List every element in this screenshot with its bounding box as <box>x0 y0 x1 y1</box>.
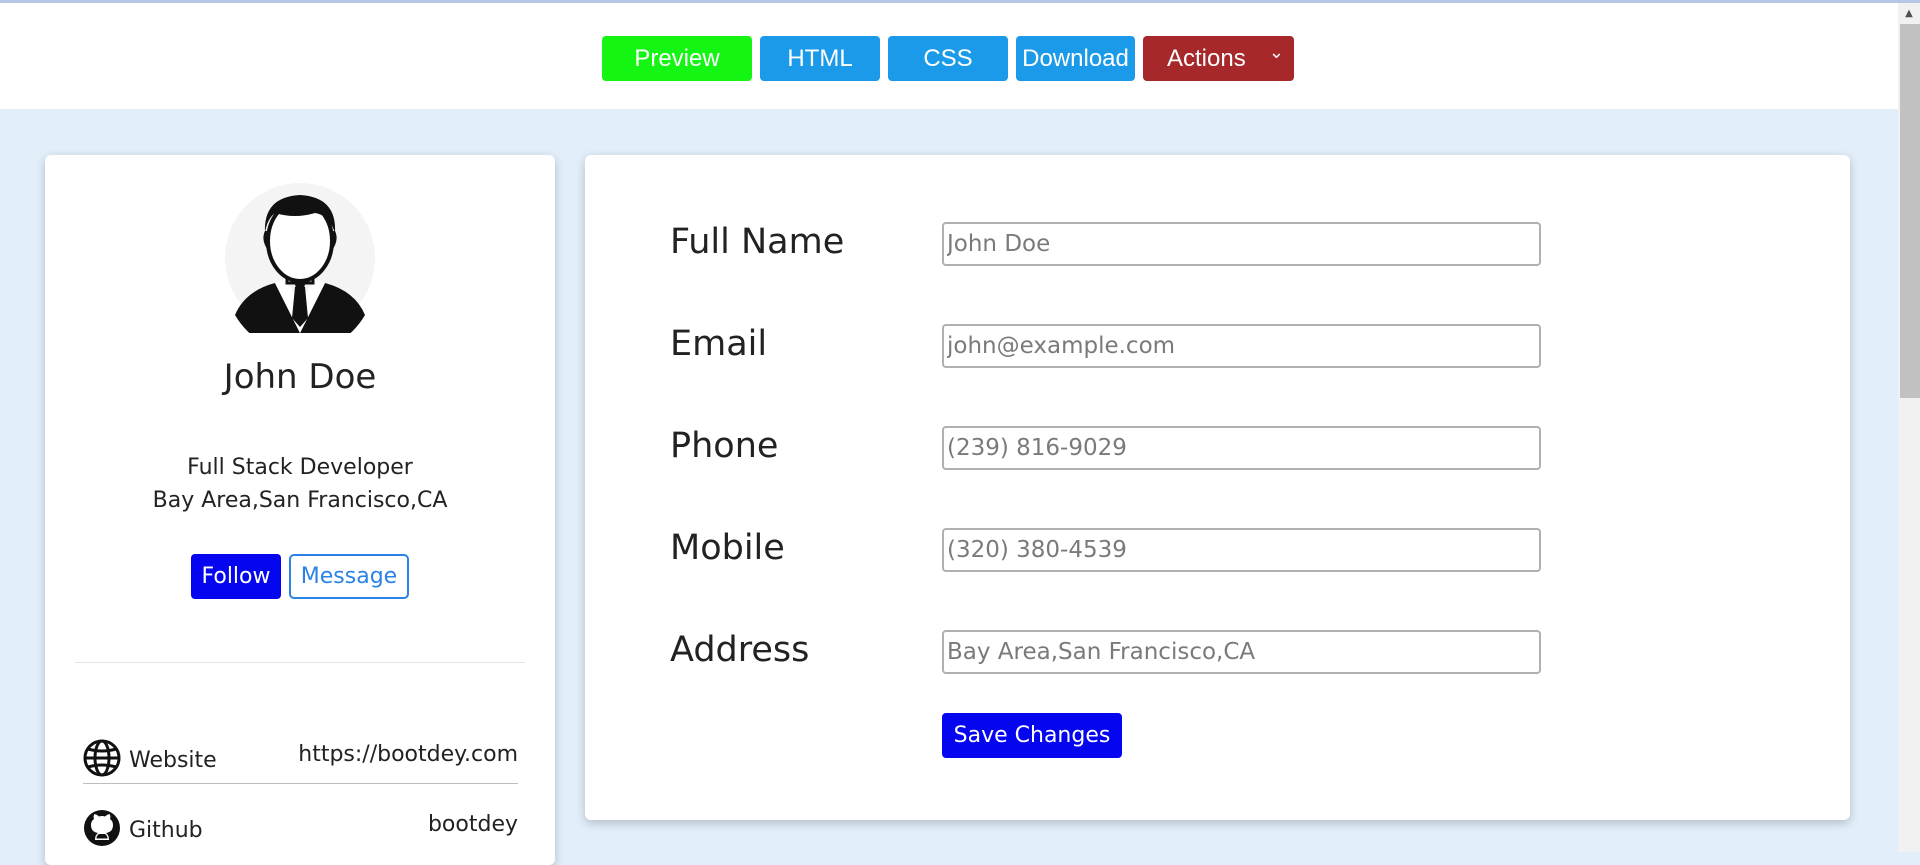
github-icon <box>84 810 120 846</box>
address-label: Address <box>670 630 810 670</box>
globe-icon <box>83 739 121 777</box>
website-value[interactable]: https://bootdey.com <box>298 742 518 767</box>
actions-dropdown-button[interactable]: Actions ⌄ <box>1143 36 1294 81</box>
divider <box>75 662 525 663</box>
download-button[interactable]: Download <box>1016 36 1135 81</box>
follow-button[interactable]: Follow <box>191 554 281 599</box>
link-row-github: Github bootdey <box>83 795 518 853</box>
profile-form-card: Full Name Email Phone Mobile Address Sav… <box>585 155 1850 820</box>
profile-name: John Doe <box>223 357 377 397</box>
github-label: Github <box>129 818 203 843</box>
full-name-label: Full Name <box>670 222 845 262</box>
link-row-website: Website https://bootdey.com <box>83 725 518 784</box>
profile-title: Full Stack Developer <box>187 455 413 480</box>
css-button[interactable]: CSS <box>888 36 1008 81</box>
email-input[interactable] <box>942 324 1541 368</box>
profile-location: Bay Area,San Francisco,CA <box>152 488 448 513</box>
preview-button[interactable]: Preview <box>602 36 752 81</box>
message-button[interactable]: Message <box>289 554 409 599</box>
save-changes-button[interactable]: Save Changes <box>942 713 1122 758</box>
mobile-input[interactable] <box>942 528 1541 572</box>
avatar <box>225 183 375 333</box>
github-value[interactable]: bootdey <box>428 812 518 837</box>
profile-card: John Doe Full Stack Developer Bay Area,S… <box>45 155 555 865</box>
actions-label: Actions <box>1167 45 1246 72</box>
website-label: Website <box>129 748 217 773</box>
address-input[interactable] <box>942 630 1541 674</box>
html-button[interactable]: HTML <box>760 36 880 81</box>
full-name-input[interactable] <box>942 222 1541 266</box>
toolbar: Preview HTML CSS Download Actions ⌄ <box>0 3 1898 109</box>
phone-label: Phone <box>670 426 779 466</box>
phone-input[interactable] <box>942 426 1541 470</box>
email-label: Email <box>670 324 768 364</box>
chevron-down-icon: ⌄ <box>1268 42 1284 62</box>
mobile-label: Mobile <box>670 528 785 568</box>
scroll-up-arrow-icon[interactable]: ▲ <box>1898 3 1920 23</box>
scrollbar-thumb[interactable] <box>1900 24 1920 398</box>
